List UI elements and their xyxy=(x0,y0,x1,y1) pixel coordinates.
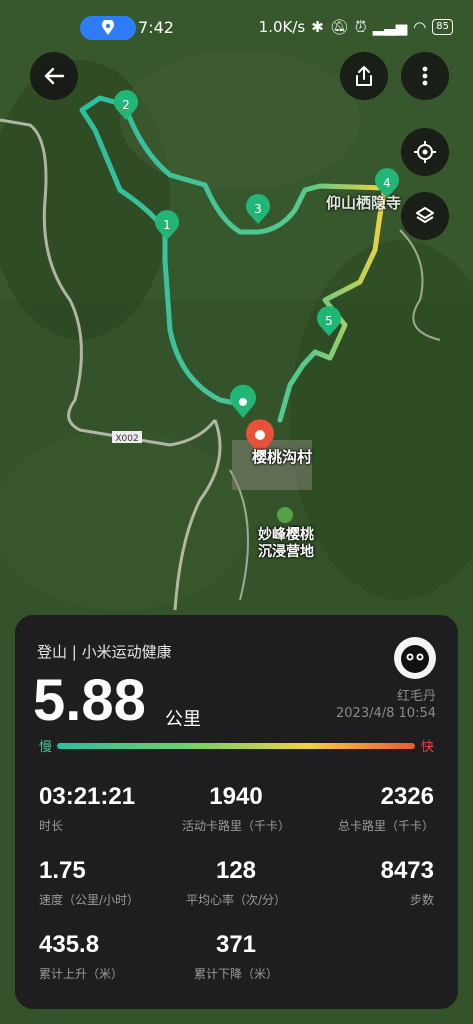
activity-title: 登山 | 小米运动健康 xyxy=(37,643,172,661)
distance-value: 5.88 xyxy=(33,668,146,733)
svg-text:2: 2 xyxy=(122,98,130,112)
stat-total-calories: 2326 总卡路里（千卡） xyxy=(337,783,434,833)
svg-text:4: 4 xyxy=(383,176,391,190)
pace-slow-label: 慢 xyxy=(39,740,53,755)
stat-steps: 8473 步数 xyxy=(380,857,434,907)
back-button[interactable] xyxy=(30,52,78,100)
status-icons: 1.0K/s ✱ 🔕︎ ⏰︎ ▂▃▅ ◠ 85 xyxy=(259,18,453,36)
pace-fast-label: 快 xyxy=(420,740,434,755)
activity-datetime: 2023/4/8 10:54 xyxy=(336,706,436,721)
more-button[interactable] xyxy=(401,52,449,100)
username: 红毛丹 xyxy=(396,689,436,704)
battery-icon: 85 xyxy=(432,19,453,35)
pace-gradient-bar xyxy=(57,743,415,749)
stat-ascent: 435.8 累计上升（米） xyxy=(39,931,124,981)
stat-descent: 371 累计下降（米） xyxy=(193,931,278,981)
location-pin-icon xyxy=(102,20,114,35)
camp-label: 妙峰樱桃 沉浸营地 xyxy=(258,527,314,560)
summary-card: 登山 | 小米运动健康 5.88 公里 红毛丹 2023/4/8 10:54 慢… xyxy=(15,615,458,1009)
stat-active-calories: 1940 活动卡路里（千卡） xyxy=(181,783,290,833)
stat-avg-heart-rate: 128 平均心率（次/分） xyxy=(185,857,287,907)
locate-button[interactable] xyxy=(401,128,449,176)
temple-label: 仰山栖隐寺 xyxy=(326,194,402,212)
layers-icon xyxy=(416,207,434,223)
village-label: 樱桃沟村 xyxy=(252,448,313,466)
crosshair-icon xyxy=(414,141,436,163)
layers-button[interactable] xyxy=(401,192,449,240)
more-vertical-icon xyxy=(422,66,428,86)
alarm-icon: ⏰︎ xyxy=(354,18,367,36)
avatar[interactable] xyxy=(394,637,436,679)
wifi-icon: ◠ xyxy=(413,18,427,36)
stat-speed: 1.75 速度（公里/小时） xyxy=(39,857,140,907)
status-bar: 7:42 1.0K/s ✱ 🔕︎ ⏰︎ ▂▃▅ ◠ 85 xyxy=(0,12,473,42)
status-time: 7:42 xyxy=(138,18,174,37)
svg-text:3: 3 xyxy=(254,202,262,216)
back-arrow-icon xyxy=(44,67,65,85)
stat-duration: 03:21:21 时长 xyxy=(39,783,136,833)
share-icon xyxy=(356,66,372,86)
distance-unit: 公里 xyxy=(165,709,201,730)
signal-icon: ▂▃▅ xyxy=(372,18,408,36)
location-indicator xyxy=(80,16,136,40)
road-label: X002 xyxy=(115,434,138,444)
svg-text:1: 1 xyxy=(163,218,171,232)
bluetooth-icon: ✱ xyxy=(311,18,324,36)
svg-text:5: 5 xyxy=(325,314,333,328)
mute-icon: 🔕︎ xyxy=(329,18,349,36)
share-button[interactable] xyxy=(340,52,388,100)
network-speed: 1.0K/s xyxy=(258,18,306,36)
avatar-icon xyxy=(401,645,429,673)
